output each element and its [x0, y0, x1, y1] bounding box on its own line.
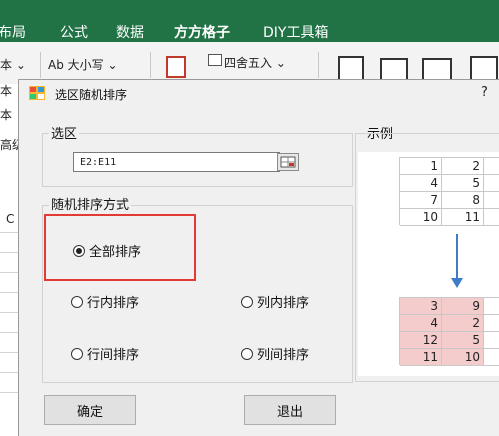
example-after-cell: 4: [400, 315, 442, 331]
gridline: [0, 272, 18, 273]
example-after-cell: 5: [442, 332, 484, 348]
example-before-gridline: [399, 157, 400, 225]
example-after-gridline: [399, 297, 400, 365]
example-before-cell: 8: [472, 193, 480, 207]
gridline: [0, 292, 18, 293]
ribbon-tab-bar: 布局 公式 数据 方方格子 DIY工具箱: [0, 12, 499, 46]
radio-in-col-sort-label: 列内排序: [257, 296, 310, 311]
example-after-gridline: [400, 348, 499, 349]
gridline: [0, 332, 18, 333]
example-panel: 1 2 4 5 7 8 10 11 3 9 4 2 12 5 11 10: [358, 152, 499, 376]
radio-all-sort-label: 全部排序: [89, 245, 142, 260]
column-header[interactable]: C: [6, 212, 14, 226]
example-after-gridline: [400, 314, 499, 315]
example-after-cell: 2: [442, 315, 484, 331]
radio-in-row-sort[interactable]: 行内排序: [71, 292, 139, 311]
radio-between-cols-sort[interactable]: 列间排序: [241, 344, 309, 363]
ribbon-separator: [40, 52, 41, 78]
radio-all-sort[interactable]: 全部排序: [73, 241, 141, 260]
dialog-title: 选区随机排序: [55, 88, 128, 102]
example-after-cell: 3: [400, 298, 442, 314]
example-before-gridline: [441, 157, 442, 225]
range-picker-icon: [280, 156, 296, 168]
example-before-gridline: [400, 191, 499, 192]
radio-all-sort-indicator[interactable]: [73, 244, 85, 257]
range-select-button[interactable]: [277, 153, 299, 171]
grid-icon: [208, 54, 222, 66]
side-label: 本: [0, 84, 13, 98]
radio-between-cols-indicator[interactable]: [241, 347, 253, 360]
gridline: [0, 392, 18, 393]
example-before-cell: 1: [430, 159, 438, 173]
radio-in-row-sort-label: 行内排序: [87, 296, 140, 311]
example-before-gridline: [400, 174, 499, 175]
down-arrow-icon: [451, 234, 463, 288]
example-before-gridline: [400, 225, 499, 226]
range-group-title: 选区: [49, 123, 80, 142]
example-after-cell: 12: [400, 332, 442, 348]
radio-between-rows-sort[interactable]: 行间排序: [71, 344, 139, 363]
ribbon-separator: [150, 52, 151, 78]
example-before-gridline: [483, 157, 484, 225]
sheet-strip: 本 本 高级 C: [0, 84, 24, 435]
radio-in-col-sort[interactable]: 列内排序: [241, 292, 309, 311]
example-after-cell: 10: [442, 349, 484, 365]
ok-button[interactable]: 确定: [44, 395, 136, 425]
sort-mode-title: 随机排序方式: [49, 194, 132, 213]
radio-in-row-sort-indicator[interactable]: [71, 295, 83, 308]
gridline: [0, 352, 18, 353]
example-before-gridline: [400, 208, 499, 209]
tab-layout[interactable]: 布局: [0, 22, 26, 42]
radio-between-rows-label: 行间排序: [87, 348, 140, 363]
example-before-cell: 5: [472, 176, 480, 190]
example-before-cell: 7: [430, 193, 438, 207]
case-dropdown[interactable]: Ab 大小写 ⌄: [48, 56, 118, 73]
help-button[interactable]: ?: [481, 85, 488, 100]
example-after-gridline: [441, 297, 442, 365]
example-after-cell: 11: [400, 349, 442, 365]
ribbon-separator: [318, 52, 319, 78]
random-sort-dialog: 选区随机排序 ? 选区 E2:E11 随机排序方式 全部排序 行内排序 列内排序…: [18, 79, 499, 436]
exit-button[interactable]: 退出: [244, 395, 336, 425]
example-after-gridline: [400, 297, 499, 298]
radio-between-cols-label: 列间排序: [257, 348, 310, 363]
gridline: [0, 252, 18, 253]
example-after-gridline: [483, 297, 484, 365]
round-dropdown[interactable]: 四舍五入 ⌄: [224, 54, 286, 71]
app-icon: [29, 86, 45, 100]
example-before-gridline: [400, 157, 499, 158]
tab-diy-toolbox[interactable]: DIY工具箱: [263, 22, 328, 42]
title-bar: [0, 0, 499, 12]
tab-data[interactable]: 数据: [116, 22, 144, 42]
gridline: [0, 372, 18, 373]
example-before-cell: 11: [464, 210, 480, 224]
example-before-cell: 2: [472, 159, 480, 173]
radio-in-col-sort-indicator[interactable]: [241, 295, 253, 308]
example-after-cell: 9: [442, 298, 484, 314]
tab-formulas[interactable]: 公式: [60, 22, 88, 42]
gridline: [0, 312, 18, 313]
example-before-cell: 4: [430, 176, 438, 190]
example-after-gridline: [400, 365, 499, 366]
range-input[interactable]: E2:E11: [73, 152, 280, 172]
example-before-cell: 10: [422, 210, 438, 224]
radio-between-rows-indicator[interactable]: [71, 347, 83, 360]
ribbon-text-dropdown[interactable]: 本 ⌄: [0, 56, 26, 73]
side-label: 本: [0, 108, 13, 122]
document-icon[interactable]: [166, 56, 186, 78]
gridline: [0, 232, 18, 233]
example-after-gridline: [400, 331, 499, 332]
